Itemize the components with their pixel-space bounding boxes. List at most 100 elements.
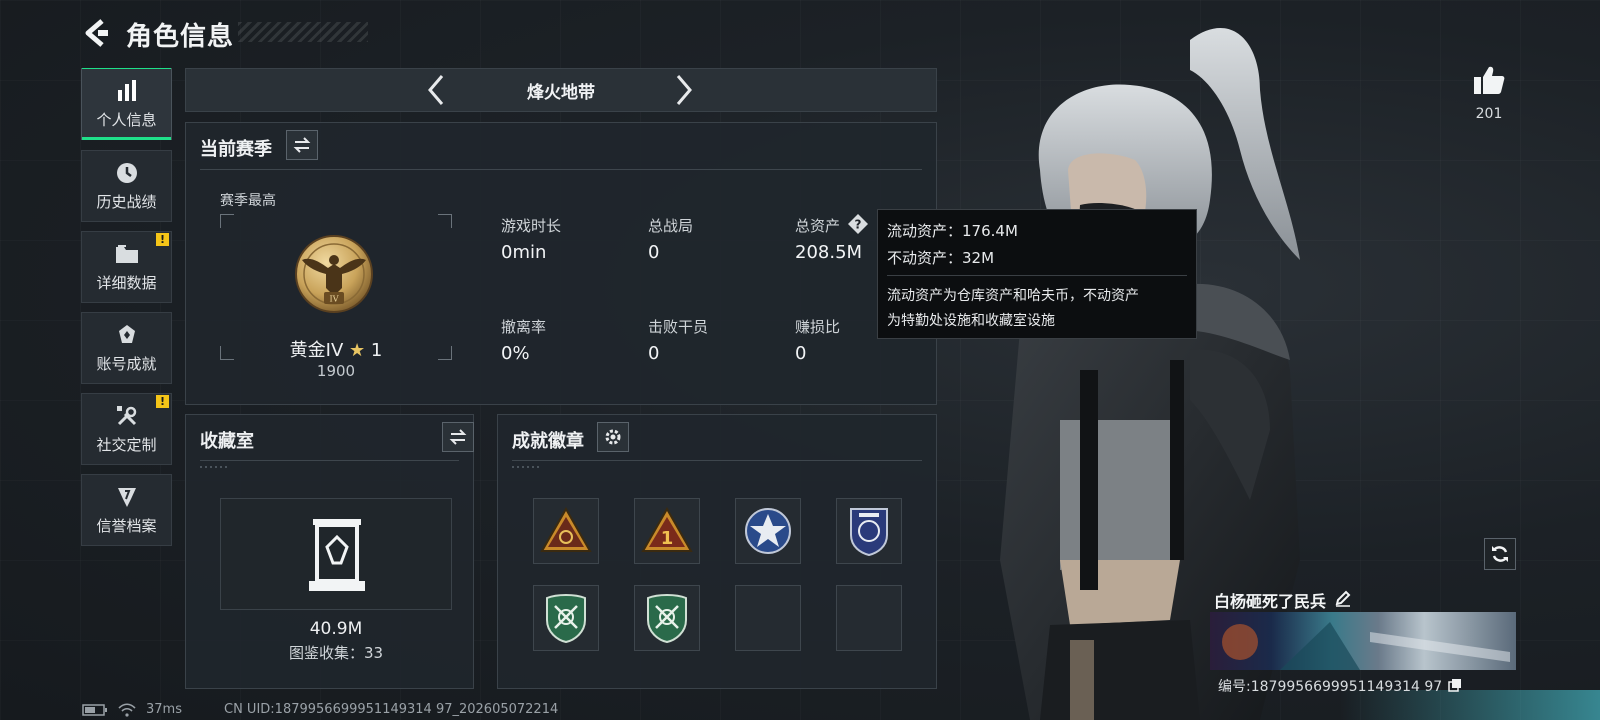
copy-icon (1448, 678, 1462, 692)
rank-name-row: 黄金IV ★ 1 (220, 336, 452, 362)
player-name-row: 白杨砸死了民兵 (1214, 588, 1352, 612)
rank-one-badge-icon: 1 (641, 507, 693, 552)
status-uid: CN UID:1879956699951149314 97_2026050722… (224, 702, 559, 717)
player-uid: 编号:1879956699951149314 97 (1218, 679, 1443, 695)
stat-label: 总资产 (795, 217, 841, 235)
folder-icon (114, 242, 140, 266)
achievement-slot-empty[interactable] (836, 585, 902, 651)
page-title: 角色信息 (126, 22, 235, 52)
nav-label: 历史战绩 (96, 192, 157, 211)
collection-value: 40.9M (309, 619, 363, 639)
wifi-icon (118, 702, 136, 717)
collection-divider (200, 460, 459, 461)
green-shield-badge-icon (647, 594, 687, 644)
copy-uid-button[interactable] (1448, 677, 1462, 696)
like-count: 201 (1475, 106, 1503, 122)
nav-item-account-achievements[interactable]: 账号成就 (81, 312, 172, 384)
stat-value: 0 (648, 343, 660, 364)
refresh-button[interactable] (1484, 538, 1516, 570)
star-emblem-badge-icon (745, 508, 791, 554)
frame-corner (220, 214, 234, 228)
nav-label: 个人信息 (96, 110, 157, 129)
police-shield-badge-icon (850, 508, 888, 557)
stat-label: 击败干员 (648, 318, 709, 336)
stat-value: 0 (795, 343, 807, 364)
bar-chart-icon (114, 79, 140, 103)
stat-value: 0 (648, 242, 660, 263)
tooltip-divider (887, 275, 1187, 276)
season-switch-button[interactable] (286, 130, 318, 160)
ping-value: 37ms (146, 702, 182, 717)
nav-item-credit-profile[interactable]: 信誉档案 (81, 474, 172, 546)
banner-art (1222, 622, 1510, 670)
battery-icon (82, 703, 107, 716)
question-icon: ? (848, 214, 868, 234)
achievements-settings-button[interactable] (597, 422, 629, 452)
rank-name: 黄金IV (289, 340, 344, 361)
chevron-right-icon (676, 75, 692, 105)
player-banner[interactable] (1210, 612, 1516, 670)
achievements-title: 成就徽章 (512, 431, 584, 452)
stat-value: 0% (501, 343, 530, 364)
tooltip-desc-line2: 为特勤处设施和收藏室设施 (887, 313, 1055, 329)
mode-title: 烽火地带 (527, 83, 595, 103)
asset-tooltip: 流动资产：176.4M 不动资产：32M 流动资产为仓库资产和哈夫币，不动资产 … (877, 209, 1197, 339)
achievement-slot[interactable] (634, 585, 700, 651)
back-button[interactable] (80, 16, 112, 50)
like-button[interactable] (1472, 64, 1506, 96)
collection-catalog: 图鉴收集：33 (288, 644, 384, 662)
back-arrow-icon (85, 19, 108, 47)
nav-label: 社交定制 (96, 435, 157, 454)
display-case-icon (309, 519, 365, 591)
season-best-label: 赛季最高 (220, 193, 276, 209)
stat-value: 0min (501, 242, 547, 263)
mode-next-button[interactable] (666, 72, 702, 108)
svg-text:1: 1 (661, 528, 674, 549)
tooltip-desc-line1: 流动资产为仓库资产和哈夫币，不动资产 (887, 288, 1139, 304)
achievements-divider (512, 460, 922, 461)
nav-item-detailed-data[interactable]: 详细数据 ! (81, 231, 172, 303)
achievement-slot[interactable]: 1 (634, 498, 700, 564)
nav-item-personal-info[interactable]: 个人信息 (81, 68, 172, 140)
star-icon: ★ (349, 340, 366, 361)
notification-badge: ! (156, 233, 169, 246)
status-bar: 37ms (82, 702, 182, 717)
rank-stars: 1 (370, 340, 383, 361)
achievement-slot[interactable] (533, 585, 599, 651)
collection-switch-button[interactable] (442, 422, 474, 452)
achievement-slot[interactable] (836, 498, 902, 564)
season-title: 当前赛季 (200, 139, 272, 160)
achievement-slot[interactable] (533, 498, 599, 564)
stat-label: 总战局 (648, 217, 694, 235)
collection-preview[interactable] (220, 498, 452, 610)
stat-label: 撤离率 (501, 318, 547, 336)
rank-emblem-icon: IV (295, 235, 373, 313)
nav-item-social-customization[interactable]: 社交定制 ! (81, 393, 172, 465)
nav-label: 详细数据 (96, 273, 157, 292)
stat-value: 208.5M (795, 242, 863, 263)
tools-icon (114, 404, 140, 428)
thumbs-up-icon (1474, 66, 1505, 94)
nav-label: 账号成就 (96, 354, 157, 373)
collection-title: 收藏室 (200, 431, 254, 452)
player-name: 白杨砸死了民兵 (1214, 592, 1327, 611)
help-button[interactable]: ? (847, 213, 869, 235)
rank-numeral: IV (330, 295, 339, 304)
achievement-slot-empty[interactable] (735, 585, 801, 651)
shield-icon (114, 485, 140, 509)
refresh-icon (1492, 546, 1508, 562)
rank-points: 1900 (316, 362, 356, 380)
swap-icon (449, 429, 467, 445)
tooltip-liquid-assets: 流动资产：176.4M (887, 222, 1018, 240)
achievement-slot[interactable] (735, 498, 801, 564)
nav-item-match-history[interactable]: 历史战绩 (81, 150, 172, 222)
svg-text:?: ? (855, 218, 862, 232)
notification-badge: ! (156, 395, 169, 408)
warning-triangle-badge-icon (540, 507, 592, 552)
stat-label: 赚损比 (795, 318, 841, 336)
green-shield-badge-icon (546, 594, 586, 644)
nav-label: 信誉档案 (96, 516, 157, 535)
stat-label: 游戏时长 (501, 217, 562, 235)
edit-name-button[interactable] (1334, 589, 1352, 611)
frame-corner (438, 214, 452, 228)
